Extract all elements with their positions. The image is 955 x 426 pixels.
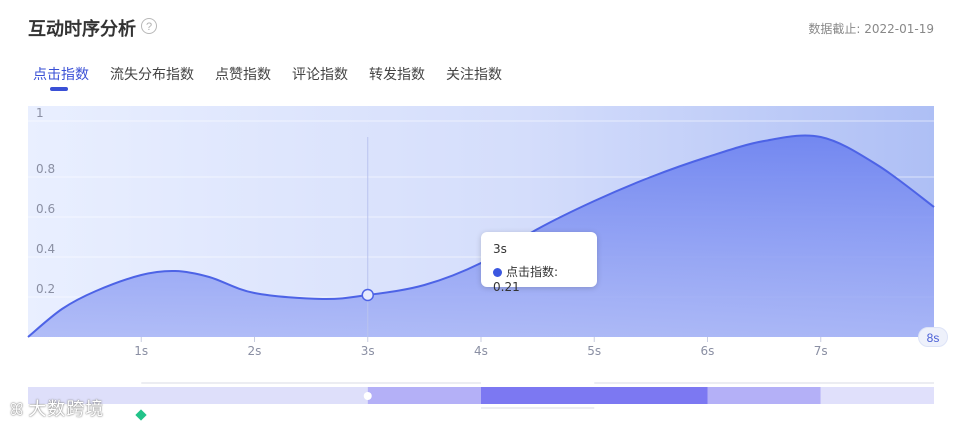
x-tick-label: 7s <box>814 344 828 358</box>
x-tick-label: 3s <box>361 344 375 358</box>
x-tick-label: 1s <box>134 344 148 358</box>
tooltip-separator: : <box>554 265 559 279</box>
range-segment <box>820 387 934 404</box>
range-segment <box>707 387 821 404</box>
x-tick-label: 4s <box>474 344 488 358</box>
area-chart: 1 0.8 0.6 0.4 0.2 1s 2s 3s 4s 5s 6s 7s <box>27 106 935 409</box>
range-segment <box>481 387 708 404</box>
x-tick-label: 5s <box>587 344 601 358</box>
y-tick-label: 1 <box>36 106 44 120</box>
y-tick-label: 0.4 <box>36 242 55 256</box>
watermark: ꕤ 大数跨境 <box>10 395 104 421</box>
tooltip-value: 0.21 <box>493 280 520 294</box>
watermark-logo-icon: ꕤ <box>10 400 25 419</box>
range-segment <box>367 387 481 404</box>
x-tick-label: 2s <box>248 344 262 358</box>
y-tick-label: 0.8 <box>36 162 55 176</box>
y-tick-label: 0.2 <box>36 282 55 296</box>
hover-point <box>361 288 374 302</box>
tooltip-x-label: 3s <box>493 242 507 256</box>
range-handle[interactable] <box>363 392 372 400</box>
chart-tooltip: 3s 点击指数: 0.21 <box>481 232 597 294</box>
tooltip-series-label: 点击指数 <box>506 265 555 279</box>
watermark-text: 大数跨境 <box>28 399 105 420</box>
x-tick-label: 6s <box>701 344 715 358</box>
y-tick-label: 0.6 <box>36 202 55 216</box>
x-axis-end-label: 8s <box>918 327 948 347</box>
tooltip-series-dot <box>493 268 502 277</box>
